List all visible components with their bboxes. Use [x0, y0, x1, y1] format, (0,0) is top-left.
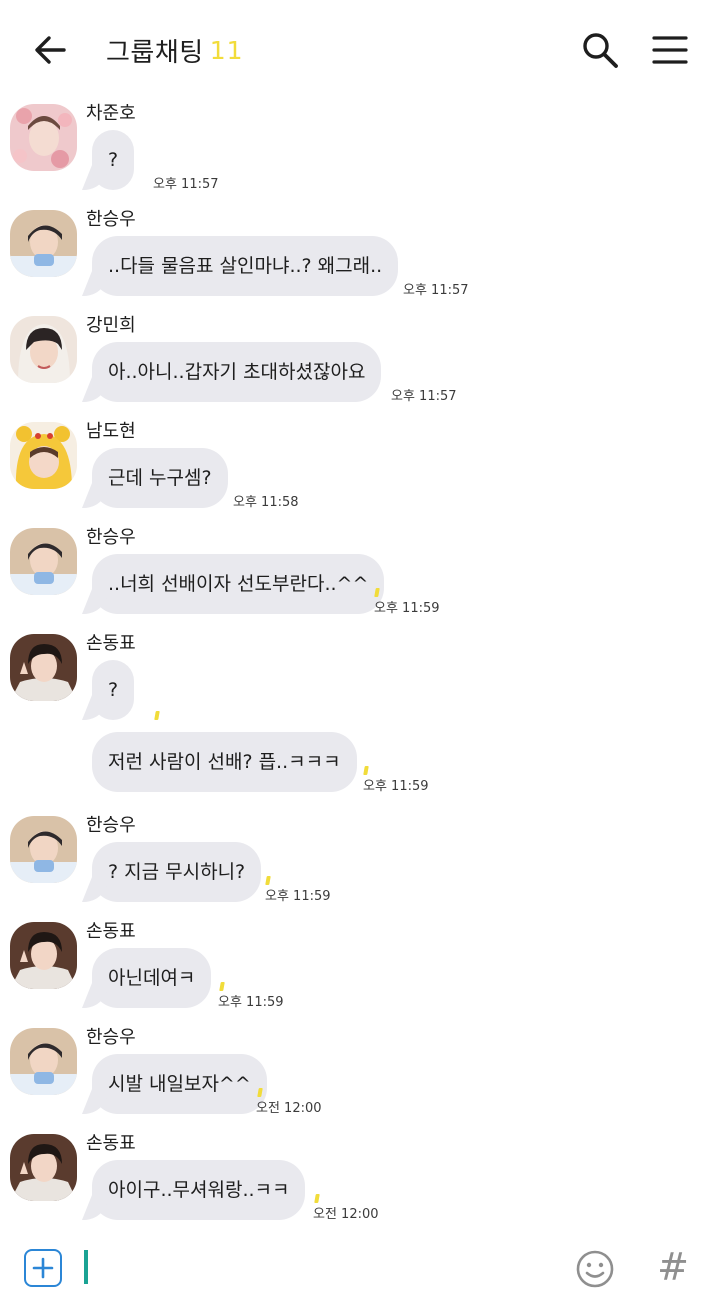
unread-marker	[363, 766, 369, 775]
message-bubble[interactable]: 아이구..무셔워랑..ㅋㅋ	[92, 1160, 306, 1220]
sender-name: 한승우	[86, 1027, 136, 1048]
message-time: 오후 11:57	[391, 389, 457, 404]
unread-marker	[219, 982, 225, 991]
profile-photo-icon	[10, 816, 77, 883]
profile-photo-icon	[10, 422, 77, 489]
message-bubble[interactable]: 저런 사람이 선배? 픕..ㅋㅋㅋ	[92, 732, 357, 792]
unread-marker	[265, 876, 271, 885]
text-cursor	[84, 1250, 88, 1284]
emoji-button[interactable]	[575, 1249, 615, 1289]
message-bubble[interactable]: ..다들 물음표 살인마냐..? 왜그래..	[92, 236, 399, 296]
message-time: 오전 12:00	[313, 1207, 379, 1222]
profile-photo-icon	[10, 104, 77, 171]
message-time: 오전 12:00	[256, 1101, 322, 1116]
sender-name: 손동표	[86, 633, 136, 654]
message-list[interactable]: 차준호 ? 오후 11:57 한승우 ..다들 물음표 살인마냐..? 왜그래.…	[0, 100, 720, 1230]
menu-button[interactable]	[648, 28, 692, 72]
input-bar: #	[0, 1232, 720, 1293]
message-time: 오후 11:58	[233, 495, 299, 510]
message-time: 오후 11:57	[403, 283, 469, 298]
message-bubble[interactable]: 근데 누구셈?	[92, 448, 228, 508]
unread-marker	[154, 711, 160, 720]
back-button[interactable]	[28, 28, 72, 72]
sender-name: 한승우	[86, 209, 136, 230]
avatar[interactable]	[10, 210, 77, 277]
avatar[interactable]	[10, 528, 77, 595]
message-bubble[interactable]: 시발 내일보자^^	[92, 1054, 267, 1114]
avatar[interactable]	[10, 422, 77, 489]
profile-photo-icon	[10, 922, 77, 989]
profile-photo-icon	[10, 634, 77, 701]
search-icon	[583, 33, 618, 68]
message-time: 오후 11:59	[374, 601, 440, 616]
message-bubble[interactable]: ? 지금 무시하니?	[92, 842, 262, 902]
smiley-icon	[576, 1250, 614, 1288]
member-count: 11	[209, 35, 244, 65]
add-attachment-button[interactable]	[24, 1249, 62, 1287]
message-bubble[interactable]: ?	[92, 130, 135, 190]
arrow-left-icon	[35, 36, 66, 64]
message-bubble[interactable]: ..너희 선배이자 선도부란다..^^	[92, 554, 385, 614]
profile-photo-icon	[10, 210, 77, 277]
avatar[interactable]	[10, 1134, 77, 1201]
sender-name: 한승우	[86, 527, 136, 548]
message-input[interactable]	[94, 1246, 554, 1286]
search-button[interactable]	[578, 28, 622, 72]
message-time: 오후 11:59	[363, 779, 429, 794]
message-time: 오후 11:59	[265, 889, 331, 904]
message-bubble[interactable]: ?	[92, 660, 135, 720]
sender-name: 남도현	[86, 421, 136, 442]
avatar[interactable]	[10, 634, 77, 701]
avatar[interactable]	[10, 816, 77, 883]
message-bubble[interactable]: 아..아니..갑자기 초대하셨잖아요	[92, 342, 382, 402]
sender-name: 손동표	[86, 921, 136, 942]
sender-name: 손동표	[86, 1133, 136, 1154]
chat-title: 그룹채팅	[106, 37, 204, 68]
chat-header: 그룹채팅 11	[0, 0, 720, 100]
hashtag-button[interactable]: #	[656, 1244, 690, 1290]
avatar[interactable]	[10, 922, 77, 989]
plus-box-icon	[32, 1257, 54, 1279]
avatar[interactable]	[10, 1028, 77, 1095]
avatar[interactable]	[10, 316, 77, 383]
message-time: 오후 11:59	[218, 995, 284, 1010]
sender-name: 강민희	[86, 315, 136, 336]
message-bubble[interactable]: 아닌데여ㅋ	[92, 948, 212, 1008]
profile-photo-icon	[10, 1134, 77, 1201]
profile-photo-icon	[10, 1028, 77, 1095]
sender-name: 한승우	[86, 815, 136, 836]
hamburger-menu-icon	[652, 36, 688, 64]
message-time: 오후 11:57	[153, 177, 219, 192]
avatar[interactable]	[10, 104, 77, 171]
profile-photo-icon	[10, 316, 77, 383]
chat-title-area: 그룹채팅 11	[106, 30, 244, 70]
unread-marker	[314, 1194, 320, 1203]
sender-name: 차준호	[86, 103, 136, 124]
profile-photo-icon	[10, 528, 77, 595]
